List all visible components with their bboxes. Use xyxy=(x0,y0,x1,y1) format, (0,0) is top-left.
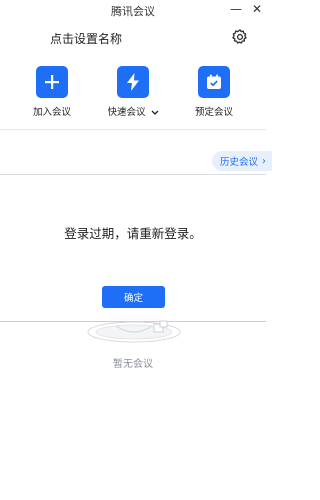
dialog-message: 登录过期，请重新登录。 xyxy=(64,226,202,241)
join-meeting-label: 加入会议 xyxy=(32,107,71,118)
quick-meeting-tile[interactable] xyxy=(117,66,149,98)
chevron-down-icon[interactable] xyxy=(151,110,159,116)
session-expired-dialog: 登录过期，请重新登录。 确定 xyxy=(0,174,266,322)
empty-box-icon xyxy=(87,320,181,343)
join-meeting-button[interactable]: 加入会议 xyxy=(20,66,84,118)
history-meetings-button[interactable]: 历史会议 › xyxy=(212,151,272,171)
close-button[interactable]: ✕ xyxy=(249,1,265,17)
lightning-icon xyxy=(127,73,139,91)
section-divider xyxy=(0,129,266,130)
plus-icon xyxy=(45,75,59,89)
set-name-link[interactable]: 点击设置名称 xyxy=(50,30,122,47)
join-meeting-tile[interactable] xyxy=(36,66,68,98)
history-meetings-label: 历史会议 xyxy=(220,157,259,168)
minimize-icon: — xyxy=(230,2,242,16)
confirm-button[interactable]: 确定 xyxy=(102,286,165,308)
schedule-meeting-tile[interactable] xyxy=(198,66,230,98)
title-bar: 腾讯会议 — ✕ xyxy=(0,0,266,20)
close-icon: ✕ xyxy=(251,2,263,16)
gear-icon[interactable] xyxy=(231,28,249,46)
empty-state-text: 暂无会议 xyxy=(113,359,153,370)
calendar-check-icon xyxy=(207,74,221,89)
quick-meeting-button[interactable]: 快速会议 xyxy=(101,66,165,118)
window-title: 腾讯会议 xyxy=(111,5,155,18)
schedule-meeting-label: 预定会议 xyxy=(194,107,233,118)
chevron-right-icon: › xyxy=(262,155,267,167)
quick-meeting-label: 快速会议 xyxy=(107,107,146,118)
minimize-button[interactable]: — xyxy=(228,1,244,17)
schedule-meeting-button[interactable]: 预定会议 xyxy=(182,66,246,118)
